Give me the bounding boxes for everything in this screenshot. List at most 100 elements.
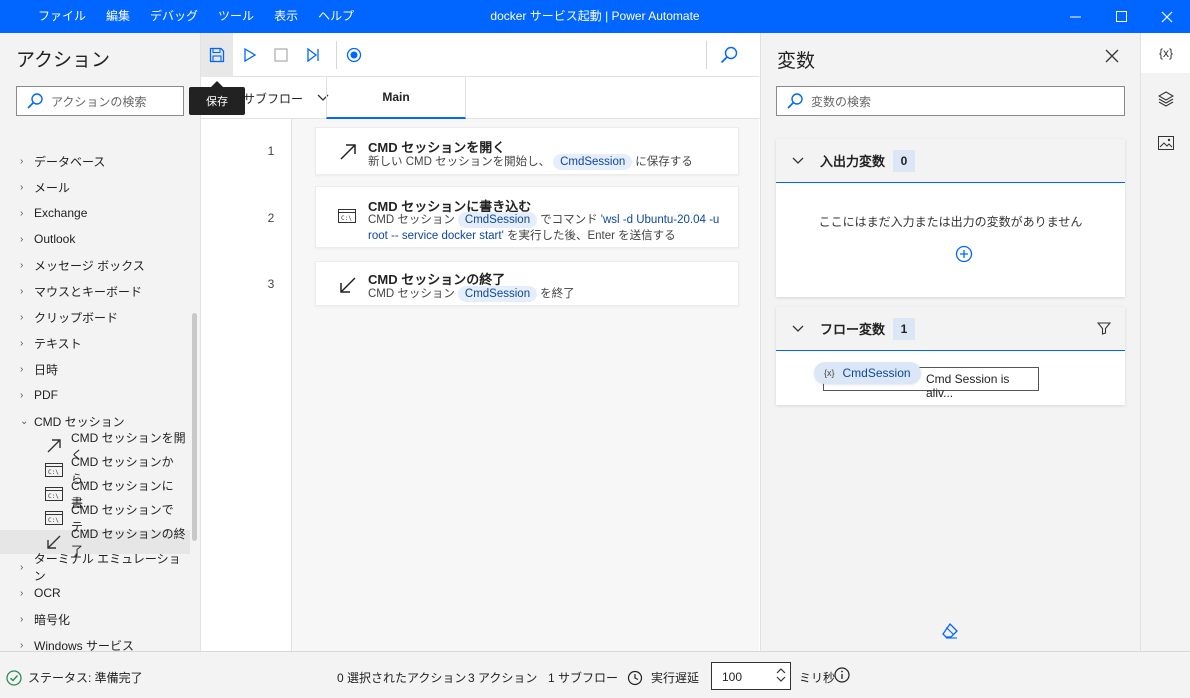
clear-button[interactable] bbox=[941, 622, 959, 642]
count-badge: 0 bbox=[893, 149, 916, 172]
layers-icon bbox=[1158, 91, 1174, 107]
side-strip: {x} bbox=[1140, 33, 1190, 651]
images-tab-button[interactable] bbox=[1141, 123, 1190, 163]
svg-text:C:\: C:\ bbox=[48, 469, 59, 476]
maximize-button[interactable] bbox=[1098, 0, 1144, 33]
chevron-right-icon: › bbox=[20, 259, 24, 271]
category-datetime[interactable]: › 日時 bbox=[0, 356, 190, 382]
arrow-up-right-icon bbox=[47, 439, 61, 453]
status-text: ステータス: 準備完了 bbox=[28, 671, 143, 685]
category-cryptography[interactable]: › 暗号化 bbox=[0, 606, 190, 632]
run-button[interactable] bbox=[234, 33, 266, 77]
chevron-right-icon: › bbox=[20, 587, 24, 599]
tab-main[interactable]: Main bbox=[326, 77, 466, 119]
step-description: CMD セッション CmdSession を終了 bbox=[368, 286, 575, 302]
find-button[interactable] bbox=[713, 33, 745, 77]
io-variables-header[interactable]: 入出力変数 0 bbox=[776, 139, 1125, 183]
step-description: 新しい CMD セッションを開始し、 CmdSession に保存する bbox=[368, 154, 693, 170]
command-literal: 'wsl -d Ubuntu-20.04 -u bbox=[600, 214, 720, 226]
variable-value: Cmd Session is aliv... bbox=[926, 372, 1010, 400]
menu-file[interactable]: ファイル bbox=[28, 0, 96, 33]
ui-elements-tab-button[interactable] bbox=[1141, 79, 1190, 119]
actions-scrollbar[interactable] bbox=[192, 313, 197, 541]
run-next-action-button[interactable] bbox=[297, 33, 329, 77]
arrow-down-left-icon bbox=[340, 277, 356, 293]
menu-tools[interactable]: ツール bbox=[208, 0, 264, 33]
record-button[interactable] bbox=[338, 33, 370, 77]
arrow-up-right-icon bbox=[340, 144, 356, 160]
category-terminal-emulation[interactable]: › ターミナル エミュレーション bbox=[0, 552, 190, 583]
chevron-right-icon: › bbox=[20, 363, 24, 375]
menu-view[interactable]: 表示 bbox=[264, 0, 308, 33]
filter-icon[interactable] bbox=[1097, 321, 1111, 335]
step-forward-icon bbox=[307, 48, 319, 62]
variables-search-input[interactable]: 変数の検索 bbox=[776, 86, 1125, 116]
add-io-variable-button[interactable] bbox=[955, 245, 973, 266]
chevron-right-icon: › bbox=[20, 207, 24, 219]
menu-debug[interactable]: デバッグ bbox=[140, 0, 208, 33]
command-literal: root -- service docker start' bbox=[368, 230, 504, 242]
actions-tree: › データベース › メール › Exchange › Outlook › メッセージ ボ… bbox=[0, 148, 190, 658]
flow-step-open-cmd[interactable]: CMD セッションを開く 新しい CMD セッションを開始し、 CmdSessio… bbox=[315, 127, 739, 175]
minimize-button[interactable] bbox=[1052, 0, 1098, 33]
category-exchange[interactable]: › Exchange bbox=[0, 200, 190, 226]
menu-edit[interactable]: 編集 bbox=[96, 0, 140, 33]
delay-unit: ミリ秒 bbox=[799, 671, 836, 685]
flow-variables-section: フロー変数 1 Cmd Session is aliv... {x} CmdSe… bbox=[776, 307, 1125, 405]
variable-name-pill[interactable]: {x} CmdSession bbox=[814, 362, 921, 384]
run-delay-input[interactable]: 100 bbox=[711, 662, 791, 690]
save-button[interactable] bbox=[201, 33, 233, 77]
category-outlook[interactable]: › Outlook bbox=[0, 226, 190, 252]
flow-step-write-cmd[interactable]: C:\ CMD セッションに書き込む CMD セッション CmdSession でコ… bbox=[315, 186, 739, 248]
variables-tab-button[interactable]: {x} bbox=[1141, 33, 1190, 73]
chevron-right-icon: › bbox=[20, 613, 24, 625]
category-database[interactable]: › データベース bbox=[0, 148, 190, 174]
run-delay-label: 実行遅延 bbox=[627, 669, 699, 686]
section-name: 入出力変数 bbox=[820, 154, 886, 169]
actions-search-placeholder: アクションの検索 bbox=[51, 94, 147, 109]
close-icon bbox=[1105, 49, 1119, 63]
stop-button[interactable] bbox=[265, 33, 297, 77]
close-variables-button[interactable] bbox=[1105, 49, 1119, 66]
actions-search-input[interactable]: アクションの検索 bbox=[16, 86, 184, 116]
category-message-box[interactable]: › メッセージ ボックス bbox=[0, 252, 190, 278]
svg-text:C:\: C:\ bbox=[48, 517, 59, 524]
arrow-down-left-icon bbox=[47, 535, 61, 549]
subflow-dropdown[interactable]: サブフロー bbox=[243, 77, 329, 119]
category-clipboard[interactable]: › クリップボード bbox=[0, 304, 190, 330]
close-window-button[interactable] bbox=[1144, 0, 1190, 33]
step-description: CMD セッション CmdSession でコマンド 'wsl -d Ubuntu-… bbox=[368, 212, 720, 228]
console-icon: C:\ bbox=[45, 487, 63, 501]
svg-text:C:\: C:\ bbox=[48, 493, 59, 500]
chevron-down-icon bbox=[792, 157, 804, 164]
variables-panel-title: 変数 bbox=[777, 51, 816, 72]
category-text[interactable]: › テキスト bbox=[0, 330, 190, 356]
category-mouse-keyboard[interactable]: › マウスとキーボード bbox=[0, 278, 190, 304]
image-icon bbox=[1158, 136, 1174, 150]
clock-icon bbox=[627, 670, 643, 685]
flow-variable-row[interactable]: Cmd Session is aliv... {x} CmdSession bbox=[776, 351, 1125, 405]
empty-message: ここにはまだ入力または出力の変数がありません bbox=[818, 215, 1083, 229]
search-icon bbox=[787, 93, 803, 109]
save-icon bbox=[209, 47, 225, 63]
actions-panel: アクション アクションの検索 › データベース › メール › Exchange › O… bbox=[0, 33, 201, 653]
variable-pill: CmdSession bbox=[457, 212, 538, 228]
run-delay-stepper[interactable] bbox=[776, 666, 786, 684]
chevron-down-icon[interactable] bbox=[776, 675, 786, 684]
flow-variables-header[interactable]: フロー変数 1 bbox=[776, 307, 1125, 351]
chevron-right-icon: › bbox=[20, 389, 24, 401]
actions-panel-title: アクション bbox=[16, 50, 111, 71]
chevron-up-icon[interactable] bbox=[776, 666, 786, 675]
chevron-down-icon bbox=[792, 325, 804, 332]
variables-panel: 変数 変数の検索 入出力変数 0 ここにはまだ入力または出力の変数がありません … bbox=[760, 33, 1140, 651]
info-button[interactable] bbox=[834, 667, 850, 683]
flow-step-close-cmd[interactable]: CMD セッションの終了 CMD セッション CmdSession を終了 bbox=[315, 261, 739, 306]
chevron-right-icon: › bbox=[20, 561, 24, 573]
eraser-icon bbox=[942, 622, 958, 639]
plus-circle-icon bbox=[955, 245, 973, 263]
flow-tabs: サブフロー Main bbox=[201, 77, 759, 119]
menu-help[interactable]: ヘルプ bbox=[308, 0, 364, 33]
status-indicator: ステータス: 準備完了 bbox=[6, 669, 143, 686]
category-mail[interactable]: › メール bbox=[0, 174, 190, 200]
category-pdf[interactable]: › PDF bbox=[0, 382, 190, 408]
